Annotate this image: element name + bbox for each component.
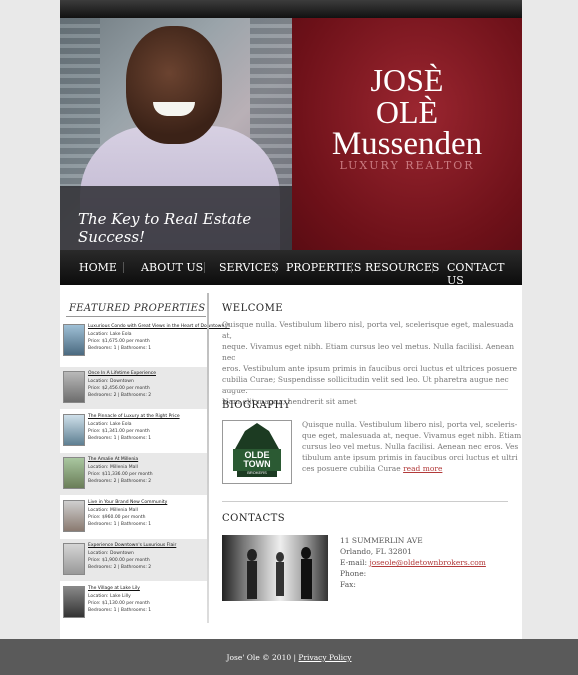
welcome-heading: WELCOME: [222, 303, 284, 314]
footer: Jose' Ole © 2010 | Privacy Policy: [0, 639, 578, 675]
name-panel: JOSÈ OLÈ Mussenden LUXURY REALTOR: [292, 18, 522, 250]
face-shape: [126, 26, 222, 144]
hero-banner: The Key to Real Estate Success! JOSÈ OLÈ…: [60, 18, 522, 250]
footer-text: Jose' Ole © 2010 | Privacy Policy: [226, 653, 352, 662]
privacy-policy-link[interactable]: Privacy Policy: [298, 653, 351, 662]
listing-location: Location: Lake Eola: [88, 422, 132, 427]
listing-location: Location: Lake Eola: [88, 332, 132, 337]
listing-rooms: Bedrooms: 1 | Bathrooms: 1: [88, 436, 152, 441]
name-last: Mussenden: [331, 126, 483, 162]
listing-price: Price: $1,900.00 per month: [88, 558, 150, 563]
nav-about-us[interactable]: ABOUT US: [141, 261, 203, 274]
olde-town-logo: OLDE TOWN BROKERS: [222, 420, 292, 484]
listing-title[interactable]: Once In A Lifetime Experience: [88, 371, 156, 376]
listing-title[interactable]: Live in Your Brand New Community: [88, 500, 167, 505]
nav-contact-us[interactable]: CONTACT US: [447, 261, 522, 287]
address-line-1: 11 SUMMERLIN AVE: [340, 536, 423, 545]
realtor-photo: The Key to Real Estate Success!: [60, 18, 292, 250]
listing-price: Price: $1,130.00 per month: [88, 601, 150, 606]
listing-title[interactable]: Experience Downtown's Luxurious Flair: [88, 543, 176, 548]
fax-row: Fax:: [340, 580, 356, 589]
listing-price: Price: $1,341.00 per month: [88, 429, 150, 434]
biography-heading: BIOGRAPHY: [222, 400, 291, 411]
listing-rooms: Bedrooms: 1 | Bathrooms: 1: [88, 346, 152, 351]
listing-thumbnail: [63, 457, 85, 489]
nav-divider: [204, 262, 205, 273]
listing-price: Price: $2,456.00 per month: [88, 386, 150, 391]
listing-thumbnail: [63, 586, 85, 618]
featured-sidebar: FEATURED PROPERTIES Luxurious Condo with…: [60, 285, 230, 625]
read-more-link[interactable]: read more: [403, 464, 442, 473]
content-area: FEATURED PROPERTIES Luxurious Condo with…: [60, 285, 522, 639]
listing-item[interactable]: Experience Downtown's Luxurious Flair Lo…: [60, 539, 208, 581]
nav-divider: [275, 262, 276, 273]
nav-services[interactable]: SERVICES: [219, 261, 279, 274]
listing-rooms: Bedrooms: 2 | Bathrooms: 2: [88, 393, 152, 398]
listing-thumbnail: [63, 500, 85, 532]
nav-home[interactable]: HOME: [79, 261, 117, 274]
biography-text: Quisque nulla. Vestibulum libero nisl, p…: [302, 420, 522, 473]
listing-item[interactable]: Luxurious Condo with Great Views in the …: [60, 320, 230, 362]
listing-thumbnail: [63, 414, 85, 446]
listing-price: Price: $960.00 per month: [88, 515, 146, 520]
listing-rooms: Bedrooms: 1 | Bathrooms: 1: [88, 522, 152, 527]
nav-divider: [351, 262, 352, 273]
nav-divider: [432, 262, 433, 273]
listing-location: Location: Downtown: [88, 551, 134, 556]
listing-item[interactable]: The Pinnacle of Luxury at the Right Pric…: [60, 410, 208, 452]
name-first: JOSÈ: [370, 62, 444, 98]
listing-thumbnail: [63, 543, 85, 575]
listing-item[interactable]: Live in Your Brand New Community Locatio…: [60, 496, 208, 538]
svg-text:BROKERS: BROKERS: [247, 470, 267, 475]
address-line-2: Orlando, FL 32801: [340, 547, 412, 556]
listing-item[interactable]: Once In A Lifetime Experience Location: …: [60, 367, 208, 409]
email-link[interactable]: joseole@oldetownbrokers.com: [369, 558, 485, 567]
contacts-heading: CONTACTS: [222, 513, 286, 524]
name-middle: OLÈ: [375, 94, 439, 130]
listing-title[interactable]: The Pinnacle of Luxury at the Right Pric…: [88, 414, 180, 419]
listing-location: Location: Lake Lilly: [88, 594, 131, 599]
welcome-text: Quisque nulla. Vestibulum libero nisl, p…: [222, 320, 518, 406]
phone-row: Phone:: [340, 569, 367, 578]
listing-rooms: Bedrooms: 2 | Bathrooms: 2: [88, 479, 152, 484]
listing-item[interactable]: The Amalie At Millenia Location: Milleni…: [60, 453, 208, 495]
listing-location: Location: Millenia Mall: [88, 508, 138, 513]
listing-location: Location: Millenia Mall: [88, 465, 138, 470]
office-photo: [222, 535, 328, 601]
listing-rooms: Bedrooms: 1 | Bathrooms: 1: [88, 608, 152, 613]
listing-title[interactable]: The Village at Lake Lily: [88, 586, 140, 591]
tagline: The Key to Real Estate Success!: [78, 210, 252, 246]
main-nav: HOME ABOUT US SERVICES PROPERTIES RESOUR…: [60, 250, 522, 287]
house-logo-icon: OLDE TOWN BROKERS: [223, 421, 291, 483]
listing-price: Price: $1,675.00 per month: [88, 339, 150, 344]
featured-title: FEATURED PROPERTIES: [69, 303, 206, 314]
divider: [66, 316, 206, 317]
svg-text:TOWN: TOWN: [243, 459, 270, 469]
listing-rooms: Bedrooms: 2 | Bathrooms: 2: [88, 565, 152, 570]
nav-divider: [123, 262, 124, 273]
listing-item[interactable]: The Village at Lake Lily Location: Lake …: [60, 582, 208, 624]
people-silhouette-icon: [247, 547, 312, 599]
divider: [222, 389, 508, 390]
listing-title[interactable]: The Amalie At Millenia: [88, 457, 138, 462]
listing-thumbnail: [63, 324, 85, 356]
nav-resources[interactable]: RESOURCES: [365, 261, 439, 274]
sidebar-divider: [207, 293, 209, 623]
subtitle: LUXURY REALTOR: [339, 159, 475, 172]
top-bar: [60, 0, 522, 18]
listing-thumbnail: [63, 371, 85, 403]
listing-price: Price: $11,336.00 per month: [88, 472, 153, 477]
email-row: E-mail: joseole@oldetownbrokers.com: [340, 558, 486, 567]
divider: [222, 501, 508, 502]
listing-location: Location: Downtown: [88, 379, 134, 384]
